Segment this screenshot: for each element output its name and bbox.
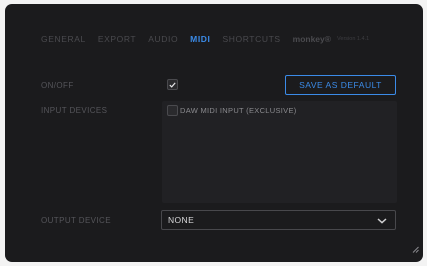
input-devices-label: INPUT DEVICES <box>41 106 108 115</box>
tab-export[interactable]: EXPORT <box>98 34 136 44</box>
onoff-label: ON/OFF <box>41 81 74 90</box>
tab-shortcuts[interactable]: SHORTCUTS <box>223 34 281 44</box>
device-checkbox[interactable] <box>167 105 178 116</box>
tab-audio[interactable]: AUDIO <box>148 34 178 44</box>
tab-bar: GENERAL EXPORT AUDIO MIDI SHORTCUTS monk… <box>41 32 369 46</box>
output-device-select[interactable]: NONE <box>161 210 396 230</box>
output-device-value: NONE <box>168 215 195 225</box>
version-label: Version 1.4.1 <box>337 36 370 42</box>
save-as-default-button[interactable]: SAVE AS DEFAULT <box>285 75 396 95</box>
output-device-label: OUTPUT DEVICE <box>41 216 111 225</box>
tab-midi[interactable]: MIDI <box>190 34 210 44</box>
chevron-down-icon <box>377 211 387 229</box>
list-item[interactable]: DAW MIDI INPUT (EXCLUSIVE) <box>165 104 297 117</box>
resize-grip-icon[interactable] <box>412 240 419 258</box>
device-label: DAW MIDI INPUT (EXCLUSIVE) <box>180 106 297 115</box>
tab-brand[interactable]: monkey® <box>293 34 331 44</box>
checkmark-icon <box>169 82 176 88</box>
settings-panel: GENERAL EXPORT AUDIO MIDI SHORTCUTS monk… <box>5 4 423 262</box>
tab-general[interactable]: GENERAL <box>41 34 86 44</box>
onoff-checkbox[interactable] <box>167 79 178 90</box>
input-devices-list: DAW MIDI INPUT (EXCLUSIVE) <box>162 101 397 203</box>
